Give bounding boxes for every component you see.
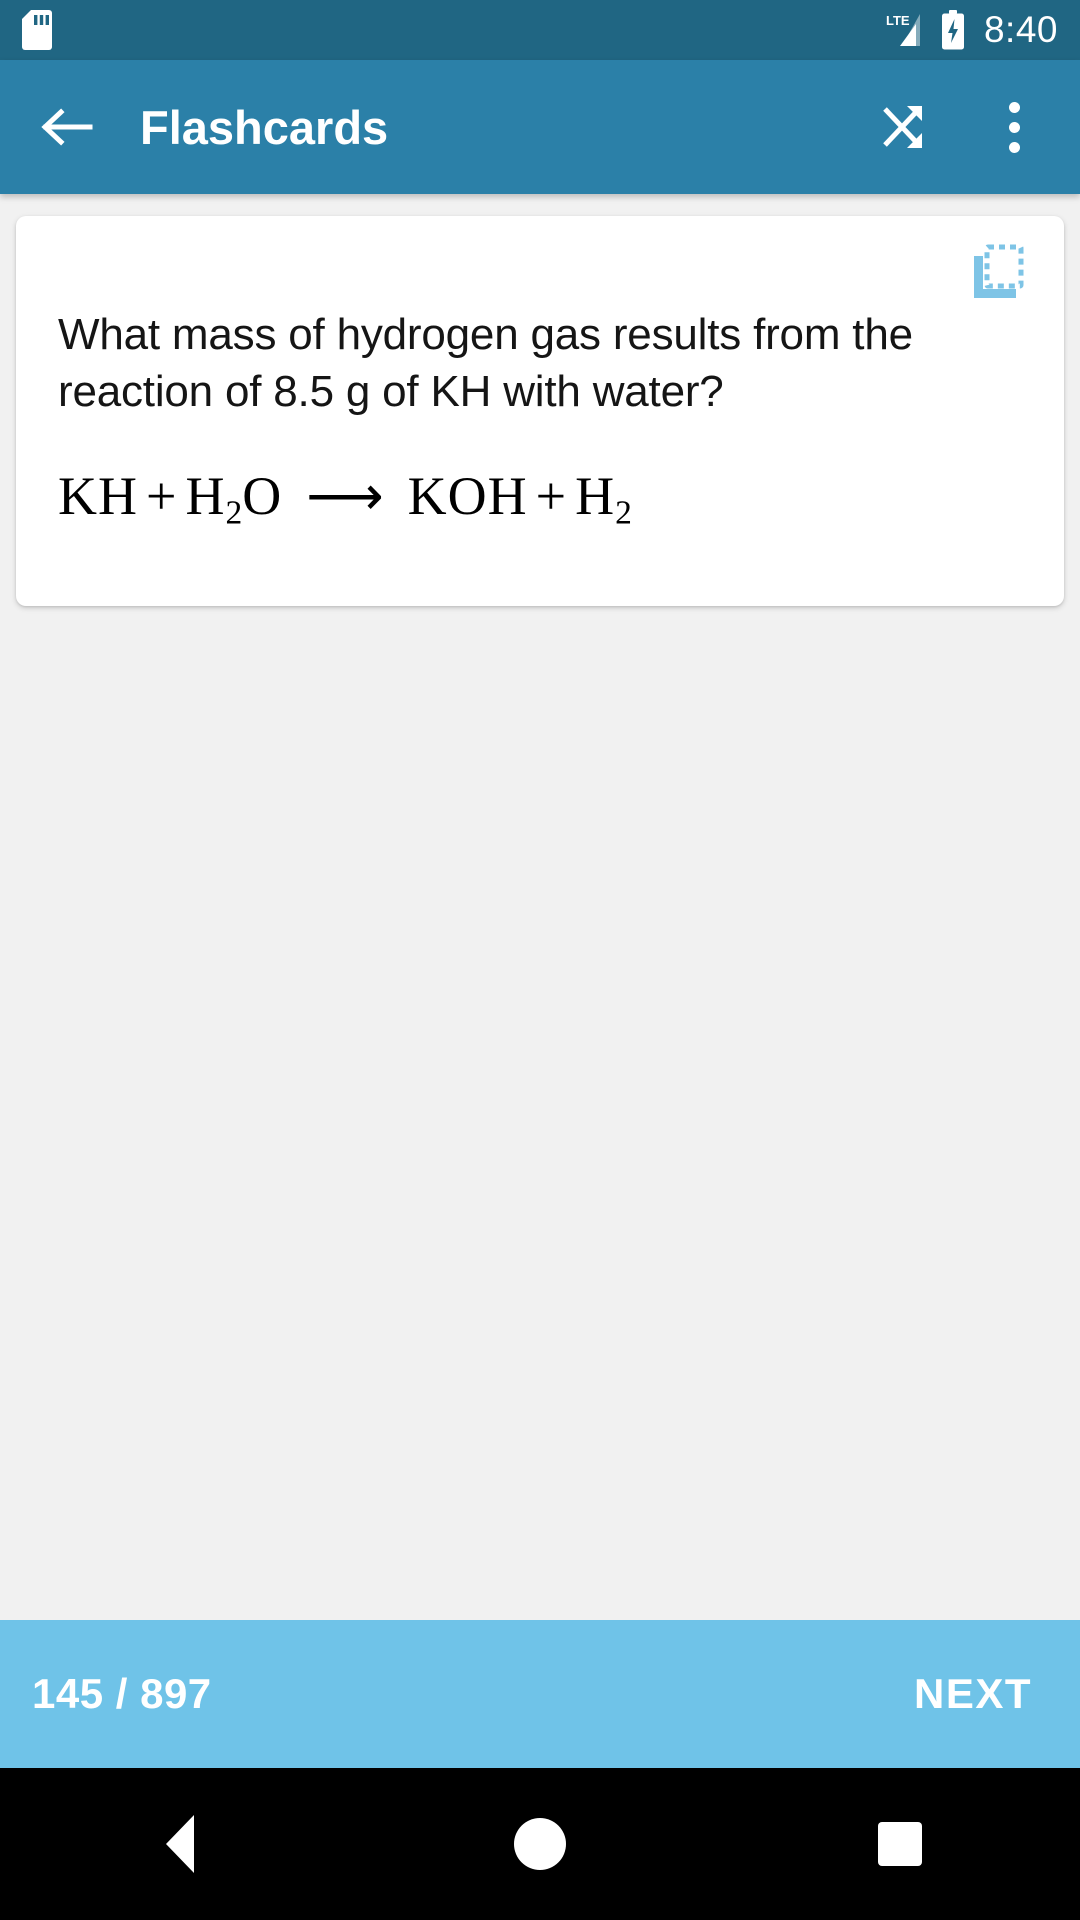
battery-charging-icon [940,10,966,50]
equation-product-1: KOH [407,466,528,527]
bottom-bar: 145 / 897 NEXT [0,1620,1080,1768]
equation-operator-2: + [535,466,568,527]
overflow-menu-icon [1008,101,1020,153]
back-button[interactable] [34,95,98,159]
nav-home-icon [514,1818,566,1870]
equation-product-2: H2 [575,466,632,531]
android-nav-bar [0,1768,1080,1920]
flashcard[interactable]: What mass of hydrogen gas results from t… [16,216,1064,606]
next-button[interactable]: NEXT [898,1660,1048,1728]
nav-home-button[interactable] [460,1794,620,1894]
equation-operator-1: + [146,466,178,527]
equation-reactant-2: H2O [185,466,283,531]
status-bar-left [22,10,52,50]
page-title: Flashcards [140,100,389,154]
equation-product-2-subscript: 2 [615,494,632,532]
lte-signal-icon: LTE [886,12,926,48]
chemical-equation: KH + H2O ⟶ KOH + H2 [58,464,1022,532]
card-counter: 145 / 897 [32,1670,212,1717]
equation-reactant-2-tail: O [242,466,283,527]
status-bar: LTE 8:40 [0,0,1080,60]
status-bar-right: LTE 8:40 [886,9,1058,51]
nav-back-button[interactable] [100,1794,260,1894]
shuffle-button[interactable] [872,95,936,159]
copy-button[interactable] [970,244,1024,298]
equation-product-2-element: H [575,466,616,527]
copy-icon [974,244,1024,298]
nav-recents-button[interactable] [820,1794,980,1894]
question-text: What mass of hydrogen gas results from t… [58,310,913,417]
sd-card-icon [22,10,52,50]
overflow-menu-button[interactable] [982,95,1046,159]
nav-recents-icon [878,1822,922,1866]
equation-reactant-1: KH [58,466,138,527]
app-bar-actions [872,95,1046,159]
back-arrow-icon [41,108,93,146]
svg-text:LTE: LTE [886,13,910,28]
nav-back-icon [166,1815,194,1873]
shuffle-icon [883,106,922,148]
equation-reactant-2-subscript: 2 [225,494,243,532]
equation-arrow: ⟶ [306,466,384,527]
status-bar-clock: 8:40 [983,9,1058,50]
equation-reactant-2-element: H [185,466,226,527]
app-bar: Flashcards [0,60,1080,194]
content-area: What mass of hydrogen gas results from t… [0,194,1080,1620]
